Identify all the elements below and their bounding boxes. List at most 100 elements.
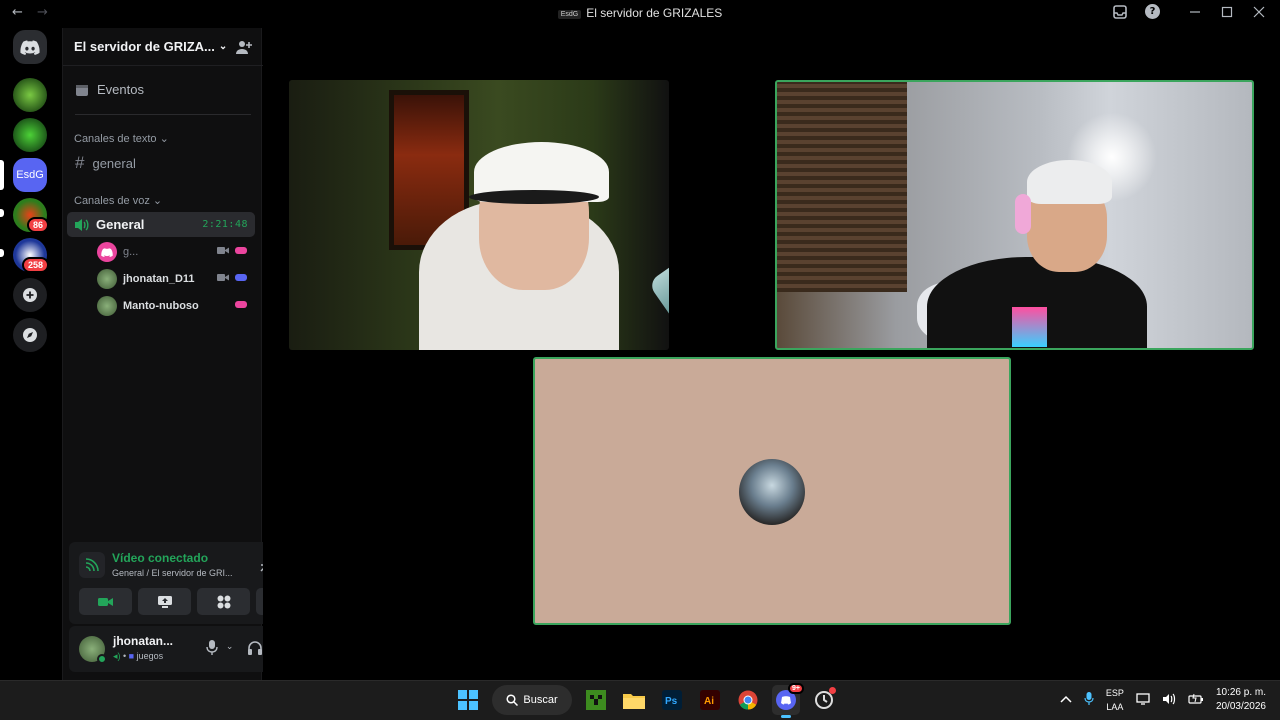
channel-sidebar: El servidor de GRIZA... ⌄ Eventos Canale…	[62, 28, 319, 680]
app-icon[interactable]	[810, 685, 838, 715]
voice-user-1-icons	[217, 246, 247, 255]
participant-avatar	[739, 459, 805, 525]
gamepad-icon	[235, 274, 247, 281]
microphone-tray-icon[interactable]	[1084, 692, 1094, 708]
clock-date: 20/03/2026	[1215, 701, 1266, 712]
illustrator-icon[interactable]: Ai	[696, 685, 724, 715]
discord-home-icon[interactable]	[13, 30, 47, 64]
video-tile-2[interactable]	[775, 80, 1254, 350]
server-icon-esdg[interactable]: EsdG	[13, 158, 47, 192]
battery-icon[interactable]	[1188, 693, 1204, 707]
selected-server-pill	[0, 160, 4, 190]
headphones-icon[interactable]	[247, 640, 263, 655]
divider	[75, 114, 251, 115]
server-rail: EsdG 86 258	[0, 28, 62, 680]
add-server-icon[interactable]	[13, 278, 47, 312]
server-icon-2[interactable]	[13, 118, 47, 152]
close-icon[interactable]	[1252, 5, 1266, 19]
minimize-icon[interactable]	[1188, 5, 1202, 19]
volume-icon[interactable]	[1162, 693, 1176, 707]
voice-user-2-icons	[217, 273, 247, 282]
cap-brim	[469, 190, 599, 204]
file-explorer-icon[interactable]	[620, 685, 648, 715]
svg-text:Ps: Ps	[665, 696, 678, 707]
discover-icon[interactable]	[13, 318, 47, 352]
active-indicator	[781, 715, 791, 718]
voice-user-name: jhonatan_D11	[123, 273, 195, 285]
screen-share-button[interactable]	[138, 588, 191, 615]
window-title: EsdG El servidor de GRIZALES	[0, 6, 1280, 20]
voice-channel-general[interactable]: General 2:21:48	[67, 212, 255, 237]
video-tile-1[interactable]	[289, 80, 669, 350]
voice-user-2[interactable]: jhonatan_D11	[97, 269, 195, 289]
network-icon[interactable]	[1136, 693, 1150, 707]
svg-text:Ai: Ai	[704, 696, 714, 707]
chrome-icon[interactable]	[734, 685, 762, 715]
taskbar-apps: Buscar Ps Ai 9+	[454, 683, 838, 718]
chevron-down-icon[interactable]: ⌄	[226, 642, 234, 652]
discord-taskbar-icon[interactable]: 9+	[772, 683, 804, 718]
video-icon	[217, 274, 229, 281]
windows-start-icon[interactable]	[454, 685, 482, 715]
gamepad-icon: ■	[128, 651, 135, 661]
unread-pill-2	[0, 249, 4, 257]
text-category-label: Canales de texto	[74, 133, 157, 145]
windows-taskbar: Buscar Ps Ai 9+ ESP LAA 10:26 p. m. 20/0…	[0, 680, 1280, 720]
server-mini-icon: EsdG	[557, 10, 582, 19]
voice-category[interactable]: Canales de voz ⌄	[74, 194, 162, 207]
chevron-down-icon: ⌄	[218, 41, 228, 52]
invite-user-icon[interactable]	[236, 39, 252, 58]
clock-time: 10:26 p. m.	[1215, 687, 1266, 698]
voice-timer: 2:21:48	[202, 219, 248, 230]
window-titlebar: ← → EsdG El servidor de GRIZALES ?	[0, 0, 1280, 28]
video-tile-3[interactable]	[533, 357, 1011, 625]
search-label: Buscar	[523, 694, 558, 706]
minecraft-icon[interactable]	[582, 685, 610, 715]
speaker-icon	[75, 218, 89, 231]
voice-status-title: Vídeo conectado	[112, 551, 209, 565]
voice-user-3-icons	[235, 300, 247, 309]
hash-icon: #	[75, 153, 85, 172]
server-badge-258: 258	[22, 257, 50, 273]
server-badge-86: 86	[27, 217, 50, 233]
activities-icon	[217, 595, 230, 608]
titlebar-controls: ?	[1113, 4, 1266, 19]
channel-general[interactable]: # general	[75, 153, 136, 173]
avatar	[97, 296, 117, 316]
maximize-icon[interactable]	[1220, 5, 1234, 19]
voice-status-subtitle[interactable]: General / El servidor de GRI...	[112, 568, 233, 578]
taskbar-search[interactable]: Buscar	[492, 685, 572, 715]
username[interactable]: jhonatan...	[113, 634, 173, 648]
chevron-down-icon: ⌄	[159, 133, 169, 145]
server-icon-1[interactable]	[13, 78, 47, 112]
notification-dot	[829, 687, 836, 694]
chevron-up-icon[interactable]	[1060, 695, 1072, 705]
microphone-icon[interactable]	[206, 639, 218, 655]
user-status: ◂) • ■ juegos	[113, 651, 164, 661]
text-category[interactable]: Canales de texto ⌄	[74, 132, 169, 145]
unread-pill	[0, 209, 4, 217]
server-header[interactable]: El servidor de GRIZA... ⌄	[63, 28, 263, 66]
language-indicator[interactable]: ESP LAA	[1106, 686, 1124, 714]
camera-button[interactable]	[79, 588, 132, 615]
inbox-icon[interactable]	[1113, 4, 1127, 19]
activity-icon	[235, 247, 247, 254]
headphones-pink	[1015, 194, 1031, 234]
screen-share-icon	[157, 595, 172, 608]
help-icon[interactable]: ?	[1145, 4, 1160, 19]
activities-button[interactable]	[197, 588, 250, 615]
avatar	[97, 269, 117, 289]
video-icon	[97, 597, 113, 606]
voice-user-3[interactable]: Manto-nuboso	[97, 296, 199, 316]
voice-channel-label: General	[96, 217, 145, 232]
lang-top: ESP	[1105, 688, 1124, 698]
signal-icon[interactable]	[79, 552, 105, 578]
speaker-icon: ◂)	[113, 651, 121, 661]
voice-user-1[interactable]: g...	[97, 242, 138, 262]
photoshop-icon[interactable]: Ps	[658, 685, 686, 715]
shirt-graphic	[1012, 307, 1047, 347]
video-icon	[217, 247, 229, 254]
events-item[interactable]: Eventos	[75, 82, 144, 97]
window-blinds	[777, 82, 907, 292]
clock[interactable]: 10:26 p. m. 20/03/2026	[1216, 686, 1266, 714]
